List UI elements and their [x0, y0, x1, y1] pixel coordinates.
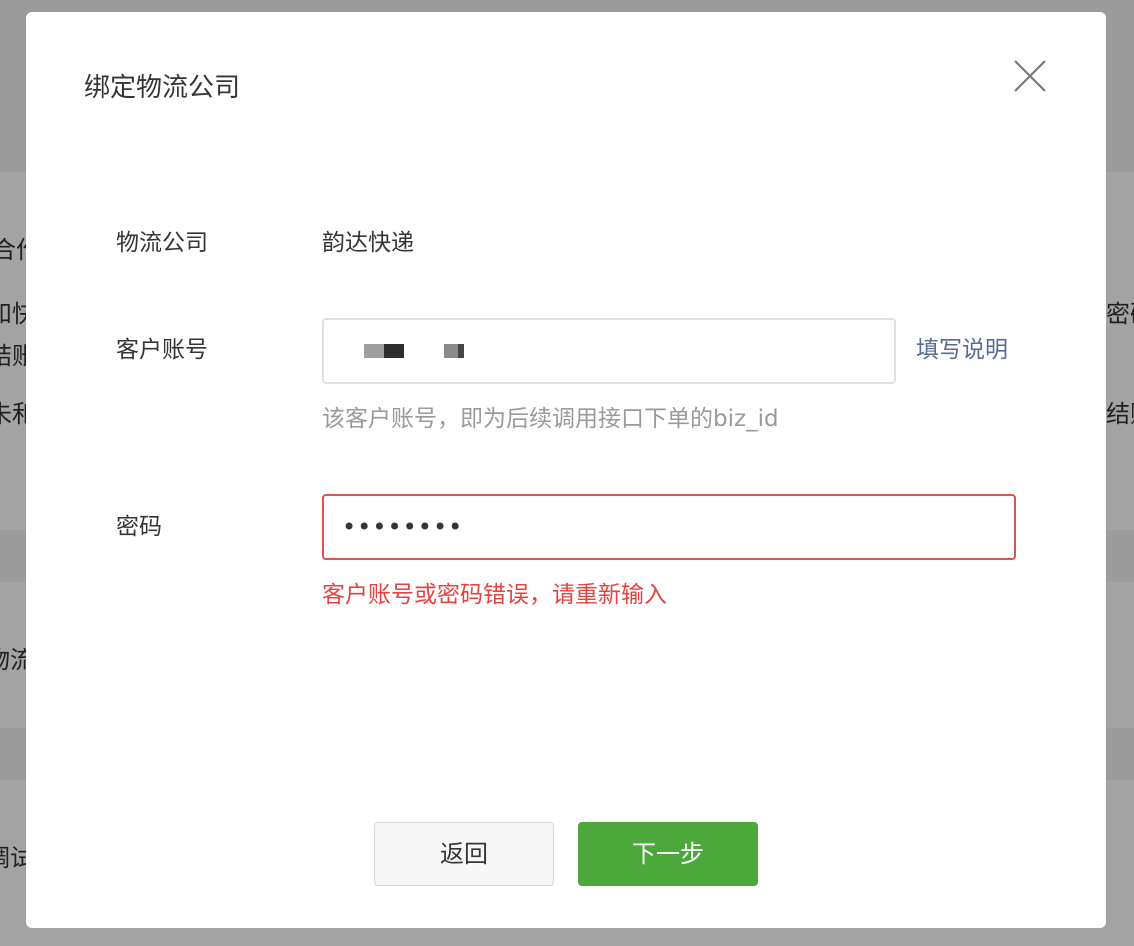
close-icon [1014, 60, 1046, 92]
error-message: 客户账号或密码错误，请重新输入 [322, 582, 667, 608]
company-value: 韵达快递 [322, 230, 414, 256]
back-button[interactable]: 返回 [374, 822, 554, 886]
password-input[interactable]: •••••••• [322, 494, 1016, 560]
account-label: 客户账号 [116, 337, 208, 363]
modal-title: 绑定物流公司 [84, 73, 241, 103]
password-label: 密码 [116, 514, 162, 540]
redacted-value [444, 344, 458, 358]
close-button[interactable] [1010, 56, 1050, 96]
redacted-value [384, 344, 404, 358]
account-hint: 该客户账号，即为后续调用接口下单的biz_id [322, 406, 779, 432]
redacted-value [364, 344, 384, 358]
company-label: 物流公司 [116, 230, 208, 256]
next-step-button[interactable]: 下一步 [578, 822, 758, 886]
bind-logistics-modal: 绑定物流公司 物流公司 韵达快递 客户账号 填写说明 该客户账号，即为后续调用接… [26, 12, 1106, 928]
fill-instructions-link[interactable]: 填写说明 [916, 335, 1008, 365]
account-input[interactable] [322, 318, 896, 384]
redacted-value [458, 344, 464, 358]
